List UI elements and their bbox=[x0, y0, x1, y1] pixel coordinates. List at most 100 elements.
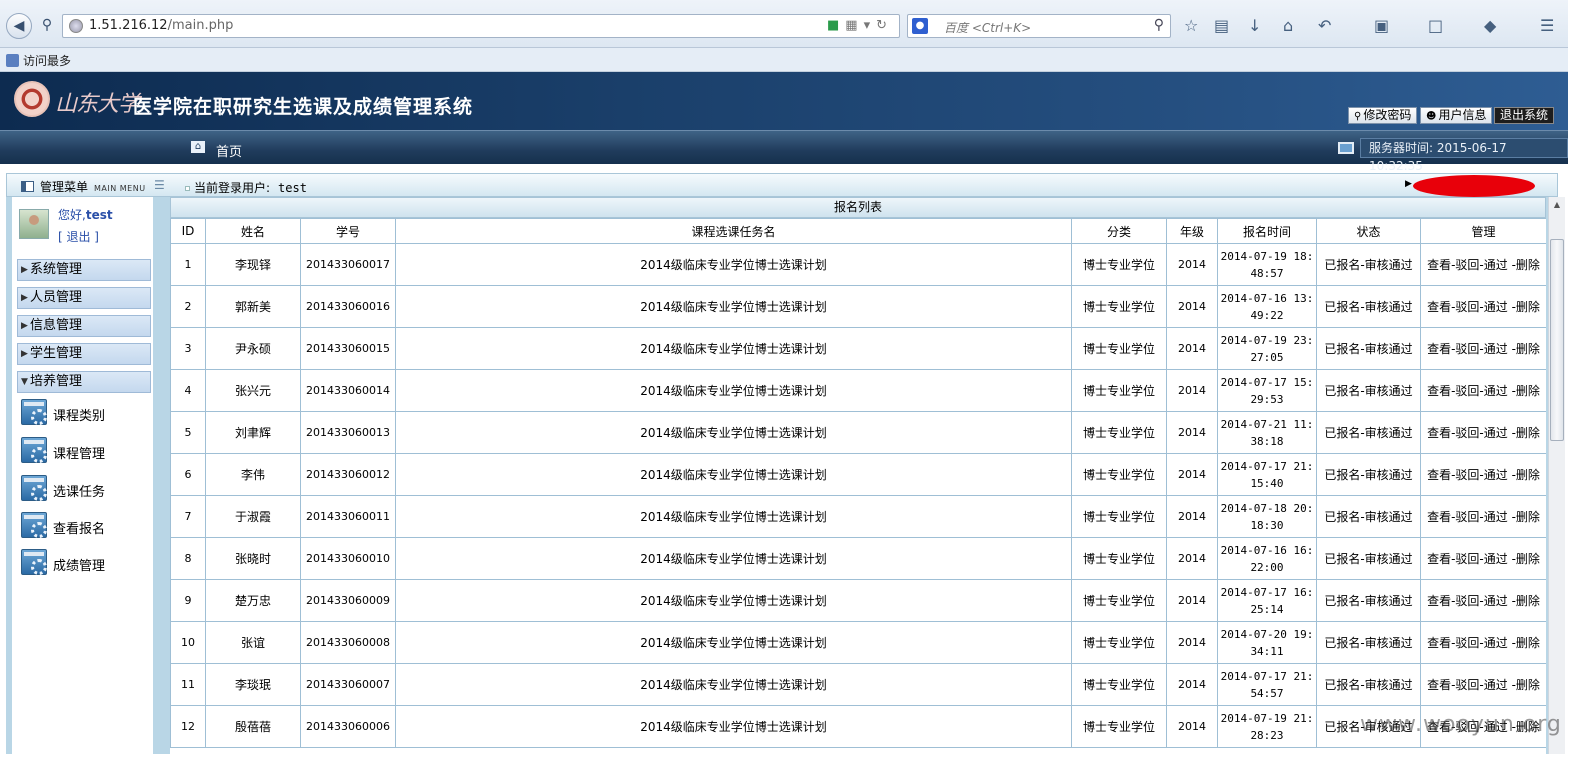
column-header: ID bbox=[170, 218, 206, 244]
sidebar-group-info[interactable]: ▶ 信息管理 bbox=[17, 315, 151, 337]
column-header: 报名时间 bbox=[1217, 218, 1317, 244]
sidebar-logout-link[interactable]: [ 退出 ] bbox=[58, 228, 99, 245]
sidebar-item-course-management[interactable]: 课程管理 bbox=[20, 435, 150, 467]
cell-category: 博士专业学位 bbox=[1071, 537, 1167, 580]
cell-actions[interactable]: 查看-驳回-通过 -删除 bbox=[1420, 495, 1546, 538]
university-logo-text: 山东大学 bbox=[55, 92, 140, 117]
change-password-button[interactable]: ⚲ 修改密码 bbox=[1348, 107, 1418, 124]
sidebar-group-students[interactable]: ▶ 学生管理 bbox=[17, 343, 151, 365]
vertical-scrollbar[interactable]: ▲ bbox=[1548, 197, 1565, 754]
column-header: 状态 bbox=[1316, 218, 1421, 244]
cell-actions[interactable]: 查看-驳回-通过 -删除 bbox=[1420, 369, 1546, 412]
cell-actions[interactable]: 查看-驳回-通过 -删除 bbox=[1420, 411, 1546, 454]
logout-system-label: 退出系统 bbox=[1500, 108, 1549, 122]
sidebar-group-label: 信息管理 bbox=[30, 318, 83, 333]
cell-registration-time: 2014-07-21 11:38:18 bbox=[1217, 411, 1317, 454]
cell-name: 张兴元 bbox=[205, 369, 301, 412]
cell-actions[interactable]: 查看-驳回-通过 -删除 bbox=[1420, 285, 1546, 328]
cell-task-name: 2014级临床专业学位博士选课计划 bbox=[395, 243, 1072, 286]
search-icon[interactable]: ⚲ bbox=[1154, 17, 1164, 33]
undo-icon[interactable]: ↶ bbox=[1318, 16, 1331, 35]
table-row: 12 殷蓓蓓 201433060006 2014级临床专业学位博士选课计划 博士专业学位… bbox=[170, 705, 1546, 748]
sidebar-group-system[interactable]: ▶ 系统管理 bbox=[17, 259, 151, 281]
url-text[interactable]: 1.51.216.12/main.php bbox=[89, 18, 233, 33]
cell-actions[interactable]: 查看-驳回-通过 -删除 bbox=[1420, 537, 1546, 580]
sidebar-group-training[interactable]: ▼ 培养管理 bbox=[17, 371, 151, 393]
back-icon[interactable]: ◀ bbox=[6, 13, 32, 39]
cell-category: 博士专业学位 bbox=[1071, 495, 1167, 538]
menu-grid-icon bbox=[21, 181, 34, 192]
bookmarks-bar: 访问最多 bbox=[0, 48, 1568, 72]
caret-right-icon: ▶ bbox=[21, 265, 28, 275]
download-icon[interactable]: ↓ bbox=[1248, 16, 1261, 35]
menu-icon[interactable]: ☰ bbox=[1540, 16, 1554, 35]
home-icon[interactable]: ⌂ bbox=[191, 141, 205, 153]
window-icon[interactable]: □ bbox=[1428, 16, 1443, 35]
nav-home-link[interactable]: 首页 bbox=[216, 141, 242, 160]
cell-actions[interactable]: 查看-驳回-通过 -删除 bbox=[1420, 663, 1546, 706]
cell-actions[interactable]: 查看-驳回-通过 -删除 bbox=[1420, 579, 1546, 622]
sidebar-group-personnel[interactable]: ▶ 人员管理 bbox=[17, 287, 151, 309]
reload-icon[interactable]: ↻ bbox=[876, 18, 893, 33]
list-caption: 报名列表 bbox=[170, 197, 1546, 218]
sidebar-item-grades[interactable]: 成绩管理 bbox=[20, 547, 150, 579]
bookmark-most-visited[interactable]: 访问最多 bbox=[6, 52, 71, 69]
cell-name: 于淑霞 bbox=[205, 495, 301, 538]
sidebar-item-label: 选课任务 bbox=[53, 485, 106, 500]
column-header: 年级 bbox=[1166, 218, 1218, 244]
table-row: 4 张兴元 201433060014 2014级临床专业学位博士选课计划 博士专业学位 2… bbox=[170, 369, 1546, 412]
cell-student-id: 201433060014 bbox=[300, 369, 396, 412]
baidu-icon[interactable]: ● bbox=[912, 18, 928, 34]
key-icon[interactable]: ⚲ bbox=[34, 13, 60, 39]
logout-system-button[interactable]: 退出系统 bbox=[1494, 107, 1555, 124]
plugin-icon[interactable]: ◆ bbox=[1484, 16, 1496, 35]
url-host: 1.51.216.12 bbox=[89, 18, 168, 33]
cell-status: 已报名-审核通过 bbox=[1316, 369, 1421, 412]
cell-actions[interactable]: 查看-驳回-通过 -删除 bbox=[1420, 243, 1546, 286]
scroll-thumb[interactable] bbox=[1550, 239, 1564, 441]
clipboard-icon[interactable]: ▤ bbox=[1214, 16, 1229, 35]
sidebar-item-course-category[interactable]: 课程类别 bbox=[20, 397, 150, 429]
avatar bbox=[19, 209, 49, 239]
cell-grade: 2014 bbox=[1166, 705, 1218, 748]
search-placeholder: 百度 <Ctrl+K> bbox=[944, 21, 1032, 35]
star-icon[interactable]: ☆ bbox=[1184, 16, 1198, 35]
cell-registration-time: 2014-07-17 21:54:57 bbox=[1217, 663, 1317, 706]
user-info-button[interactable]: ☻ 用户信息 bbox=[1420, 107, 1493, 124]
table-row: 8 张晓时 201433060010 2014级临床专业学位博士选课计划 博士专业学位 2… bbox=[170, 537, 1546, 580]
menu-title-label: 管理菜单 bbox=[40, 180, 89, 194]
collapse-menu-icon[interactable]: ☰ bbox=[154, 178, 165, 192]
cell-name: 郭新美 bbox=[205, 285, 301, 328]
url-bar[interactable]: 1.51.216.12/main.php ■▦▾↻ bbox=[62, 14, 900, 38]
cell-category: 博士专业学位 bbox=[1071, 243, 1167, 286]
dropdown-icon[interactable]: ▾ bbox=[864, 18, 877, 33]
crop-icon[interactable]: ▣ bbox=[1374, 16, 1389, 35]
cell-name: 李琰珉 bbox=[205, 663, 301, 706]
registration-list-panel: 报名列表 ID 姓名 学号 课程选课任务名 分类 年级 报名时间 状态 管理 1… bbox=[170, 197, 1546, 754]
cell-registration-time: 2014-07-16 13:49:22 bbox=[1217, 285, 1317, 328]
qr-icon[interactable]: ▦ bbox=[845, 18, 863, 33]
shield-icon[interactable]: ■ bbox=[827, 18, 845, 33]
column-header: 姓名 bbox=[205, 218, 301, 244]
cell-actions[interactable]: 查看-驳回-通过 -删除 bbox=[1420, 621, 1546, 664]
current-user-info: 当前登录用户: test bbox=[185, 179, 307, 196]
cell-actions[interactable]: 查看-驳回-通过 -删除 bbox=[1420, 327, 1546, 370]
registration-table: ID 姓名 学号 课程选课任务名 分类 年级 报名时间 状态 管理 1 李现铎 20… bbox=[170, 218, 1546, 748]
bullet-icon bbox=[185, 186, 190, 191]
cell-name: 张晓时 bbox=[205, 537, 301, 580]
scroll-up-icon[interactable]: ▲ bbox=[1549, 197, 1565, 213]
table-row: 10 张谊 201433060008 2014级临床专业学位博士选课计划 博士专业学位 2… bbox=[170, 621, 1546, 664]
app-header: 山东大学 医学院在职研究生选课及成绩管理系统 ⚲ 修改密码 ☻ 用户信息 退出系统 bbox=[0, 72, 1568, 130]
sidebar-item-view-registrations[interactable]: 查看报名 bbox=[20, 510, 150, 542]
sidebar-group-label: 人员管理 bbox=[30, 290, 83, 305]
cell-name: 刘聿辉 bbox=[205, 411, 301, 454]
table-row: 11 李琰珉 201433060007 2014级临床专业学位博士选课计划 博士专业学位… bbox=[170, 663, 1546, 706]
home-icon[interactable]: ⌂ bbox=[1283, 16, 1293, 35]
search-bar[interactable]: ● 百度 <Ctrl+K> ⚲ bbox=[907, 14, 1171, 38]
cell-registration-time: 2014-07-18 20:18:30 bbox=[1217, 495, 1317, 538]
cell-registration-time: 2014-07-19 18:48:57 bbox=[1217, 243, 1317, 286]
cell-actions[interactable]: 查看-驳回-通过 -删除 bbox=[1420, 453, 1546, 496]
sidebar: 您好,test [ 退出 ] ▶ 系统管理 ▶ 人员管理 ▶ 信息管理 ▶ 学生管理 ▼… bbox=[12, 197, 153, 754]
cell-registration-time: 2014-07-17 15:29:53 bbox=[1217, 369, 1317, 412]
sidebar-item-course-tasks[interactable]: 选课任务 bbox=[20, 473, 150, 505]
